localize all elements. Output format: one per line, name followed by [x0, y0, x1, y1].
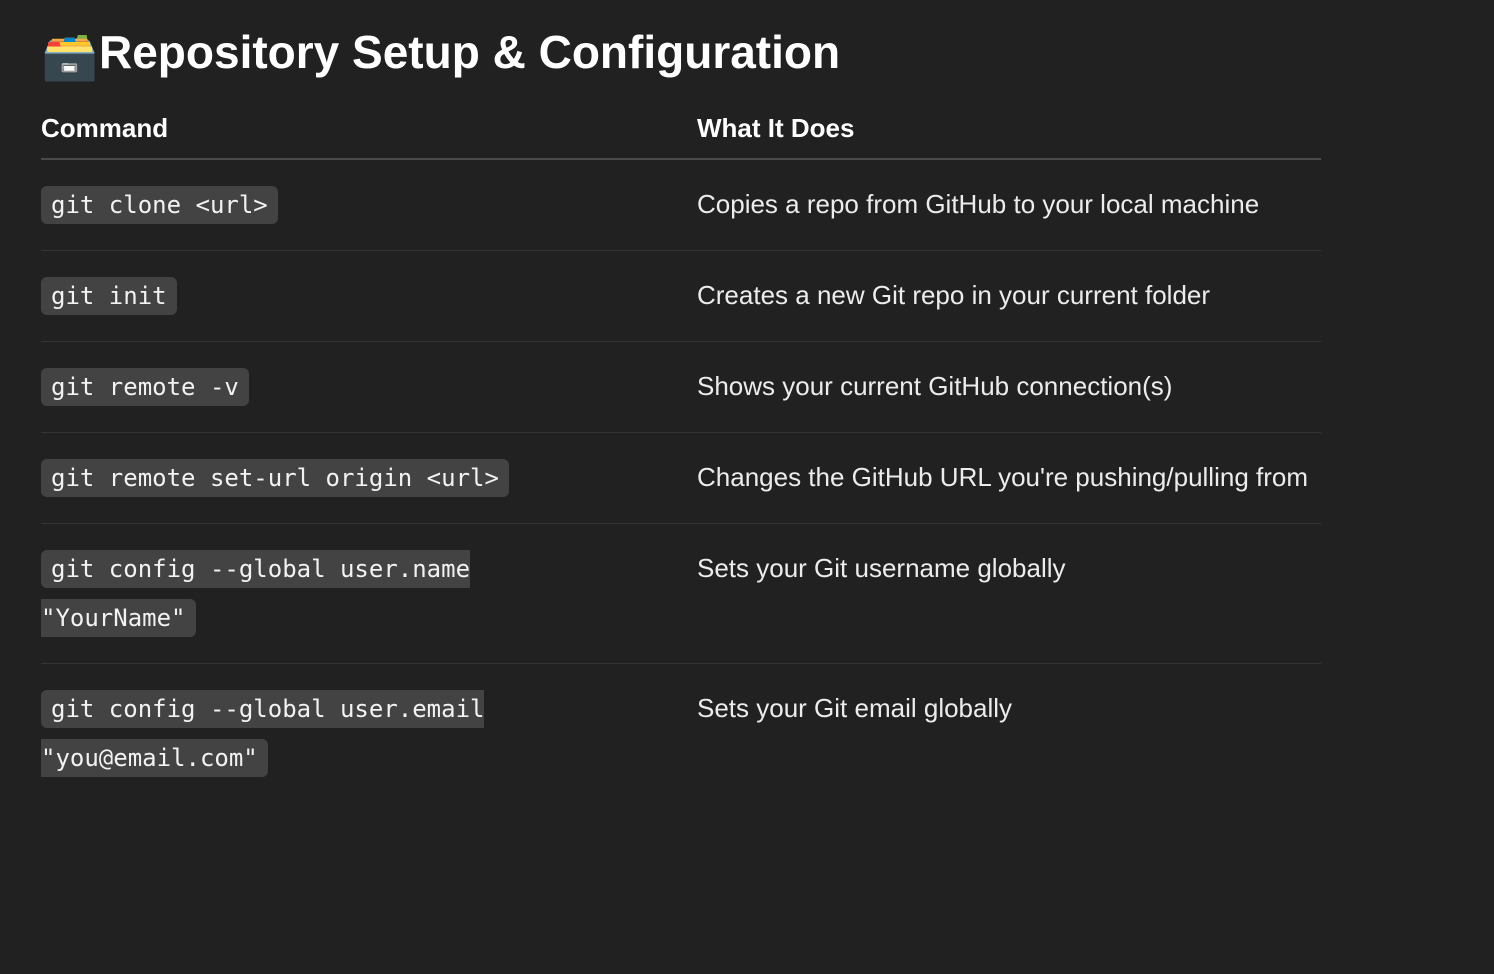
- card-file-box-icon: 🗃️: [41, 30, 99, 82]
- header-description: What It Does: [697, 112, 1321, 160]
- table-row: git init Creates a new Git repo in your …: [41, 250, 1321, 342]
- command-code: git config --global user.email "you@emai…: [41, 690, 485, 777]
- page-title-text: Repository Setup & Configuration: [99, 26, 841, 78]
- table-row: git remote -v Shows your current GitHub …: [41, 341, 1321, 433]
- table-row: git clone <url> Copies a repo from GitHu…: [41, 159, 1321, 251]
- command-code: git config --global user.name "YourName": [41, 550, 471, 637]
- table-row: git config --global user.name "YourName"…: [41, 523, 1321, 664]
- command-code: git remote set-url origin <url>: [41, 459, 509, 497]
- command-description: Changes the GitHub URL you're pushing/pu…: [697, 432, 1321, 524]
- command-description: Sets your Git email globally: [697, 693, 1013, 723]
- command-description: Copies a repo from GitHub to your local …: [697, 159, 1321, 251]
- table-row: git config --global user.email "you@emai…: [41, 664, 1321, 804]
- command-code: git clone <url>: [41, 186, 278, 224]
- command-description: Creates a new Git repo in your current f…: [697, 250, 1321, 342]
- command-code: git init: [41, 277, 177, 315]
- table-header-row: Command What It Does: [41, 112, 1321, 160]
- table-row: git remote set-url origin <url> Changes …: [41, 432, 1321, 524]
- commands-table: Command What It Does git clone <url> Cop…: [41, 112, 1321, 803]
- command-description: Sets your Git username globally: [697, 523, 1321, 664]
- command-code: git remote -v: [41, 368, 249, 406]
- command-description: Shows your current GitHub connection(s): [697, 341, 1321, 433]
- page-title: 🗃️Repository Setup & Configuration: [41, 22, 840, 86]
- header-command: Command: [41, 112, 697, 160]
